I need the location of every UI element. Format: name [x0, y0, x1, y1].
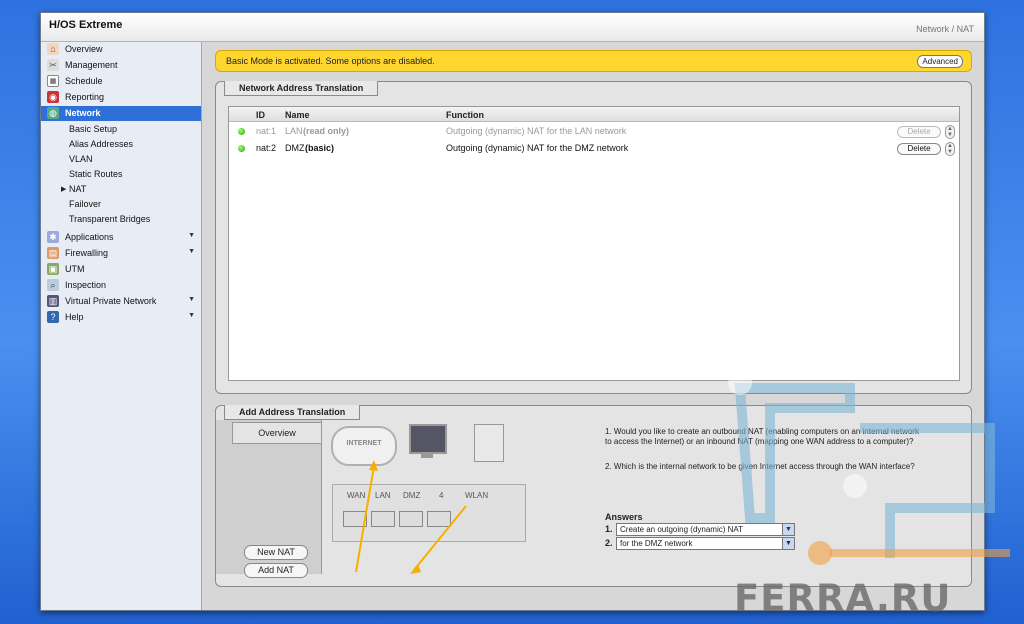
nat-table: ID Name Function nat:1 LAN (read only) O…: [228, 106, 960, 381]
arrow-wan-to-internet: [355, 465, 375, 573]
vpn-icon: ▥: [47, 295, 59, 307]
sidebar-item-firewalling[interactable]: ▤ Firewalling ▼: [41, 246, 201, 261]
column-header-id: ID: [256, 110, 265, 120]
sidebar-sub-vlan[interactable]: VLAN: [69, 154, 93, 164]
logo-shape: [860, 423, 995, 558]
sidebar-item-label: UTM: [65, 264, 85, 274]
logo-shape: [734, 383, 855, 523]
sidebar-item-label: Inspection: [65, 280, 107, 290]
sidebar-item-overview[interactable]: ⌂ Overview: [41, 42, 201, 57]
applications-icon: ✱: [47, 231, 59, 243]
sidebar-item-reporting[interactable]: ◉ Reporting: [41, 90, 201, 105]
column-header-function: Function: [446, 110, 484, 120]
sidebar-item-vpn[interactable]: ▥ Virtual Private Network ▼: [41, 294, 201, 309]
watermark-text: FERRA.RU: [734, 577, 952, 620]
sidebar-sub-basic-setup[interactable]: Basic Setup: [69, 124, 117, 134]
sidebar-item-label: Management: [65, 60, 118, 70]
calendar-icon: ▦: [47, 75, 59, 87]
logo-dot: [808, 541, 832, 565]
nat-panel-title: Network Address Translation: [224, 81, 379, 96]
sidebar-item-label: Schedule: [65, 76, 103, 86]
row-id: nat:1: [256, 126, 277, 136]
sidebar-item-label: Overview: [65, 44, 103, 54]
sidebar-item-applications[interactable]: ✱ Applications ▼: [41, 230, 201, 245]
tab-overview[interactable]: Overview: [232, 422, 321, 444]
sidebar-item-label: Reporting: [65, 92, 105, 102]
inspection-icon: ⌕: [47, 279, 59, 291]
row-id: nat:2: [256, 143, 277, 153]
chevron-down-icon[interactable]: ▼: [188, 232, 195, 239]
sidebar-item-label: Virtual Private Network: [65, 296, 157, 306]
tools-icon: ✂: [47, 59, 59, 71]
report-icon: ◉: [47, 91, 59, 103]
row-function: Outgoing (dynamic) NAT for the LAN netwo…: [446, 126, 627, 136]
ferra-logo-graphic: [728, 371, 1010, 565]
sidebar-item-label: Help: [65, 312, 84, 322]
sidebar-sub-nat[interactable]: NAT: [69, 184, 86, 194]
sidebar-item-label: Network: [65, 108, 101, 118]
sidebar-sub-static-routes[interactable]: Static Routes: [69, 169, 123, 179]
status-ok-icon: [238, 145, 245, 152]
home-icon: ⌂: [47, 43, 59, 55]
row-name: LAN: [285, 126, 303, 136]
new-nat-button[interactable]: New NAT: [244, 545, 308, 560]
utm-icon: ▣: [47, 263, 59, 275]
chevron-down-icon[interactable]: ▼: [188, 312, 195, 319]
row-mode: (basic): [305, 143, 335, 153]
firewall-icon: ▤: [47, 247, 59, 259]
answer-2-value: for the DMZ network: [620, 539, 693, 548]
answers-title: Answers: [605, 512, 643, 522]
sidebar-item-network[interactable]: ◍ Network: [41, 106, 201, 121]
breadcrumb: Network / NAT: [916, 24, 974, 34]
server-icon: [474, 424, 504, 462]
add-panel-title: Add Address Translation: [224, 405, 361, 420]
network-icon: ◍: [47, 107, 59, 119]
table-row[interactable]: nat:1 LAN (read only) Outgoing (dynamic)…: [229, 123, 959, 139]
current-item-arrow-icon: ▶: [61, 186, 67, 193]
column-header-name: Name: [285, 110, 310, 120]
help-icon: ?: [47, 311, 59, 323]
sidebar-sub-alias-addresses[interactable]: Alias Addresses: [69, 139, 133, 149]
status-ok-icon: [238, 128, 245, 135]
delete-button[interactable]: Delete: [897, 126, 941, 138]
sidebar: ⌂ Overview ✂ Management ▦ Schedule ◉ Rep…: [41, 42, 202, 610]
table-header: ID Name Function: [229, 107, 959, 122]
sidebar-item-label: Applications: [65, 232, 114, 242]
arrow-server-to-dmz: [413, 505, 467, 571]
sidebar-item-help[interactable]: ? Help ▼: [41, 310, 201, 325]
row-function: Outgoing (dynamic) NAT for the DMZ netwo…: [446, 143, 629, 153]
logo-dot: [843, 474, 867, 498]
chevron-down-icon[interactable]: ▼: [188, 296, 195, 303]
connection-arrows: [355, 460, 467, 574]
reorder-icon[interactable]: ▲ ▼: [945, 125, 955, 139]
answer-2-number: 2.: [605, 538, 613, 548]
sidebar-item-schedule[interactable]: ▦ Schedule: [41, 74, 201, 89]
sidebar-item-utm[interactable]: ▣ UTM: [41, 262, 201, 277]
sidebar-sub-transparent-bridges[interactable]: Transparent Bridges: [69, 214, 150, 224]
reorder-icon[interactable]: ▲ ▼: [945, 142, 955, 156]
table-row[interactable]: nat:2 DMZ (basic) Outgoing (dynamic) NAT…: [229, 140, 959, 156]
logo-dot: [728, 371, 752, 395]
wizard-left-pane: Overview New NAT Add NAT: [216, 420, 322, 578]
arrow-head-icon: [369, 460, 378, 471]
notice-text: Basic Mode is activated. Some options ar…: [226, 56, 435, 66]
app-title: H/OS Extreme: [49, 19, 123, 31]
answer-1-number: 1.: [605, 524, 613, 534]
delete-button[interactable]: Delete: [897, 143, 941, 155]
row-name: DMZ: [285, 143, 305, 153]
basic-mode-notice: Basic Mode is activated. Some options ar…: [215, 50, 972, 72]
row-mode: (read only): [303, 126, 350, 136]
chevron-down-icon[interactable]: ▼: [188, 248, 195, 255]
sidebar-item-label: Firewalling: [65, 248, 109, 258]
title-bar: H/OS Extreme Network / NAT: [41, 13, 984, 42]
nat-panel: Network Address Translation ID Name Func…: [215, 81, 972, 394]
arrow-head-icon: [410, 564, 421, 574]
advanced-button[interactable]: Advanced: [917, 55, 963, 68]
add-nat-button[interactable]: Add NAT: [244, 563, 308, 578]
sidebar-item-inspection[interactable]: ⌕ Inspection: [41, 278, 201, 293]
sidebar-sub-failover[interactable]: Failover: [69, 199, 101, 209]
sidebar-item-management[interactable]: ✂ Management: [41, 58, 201, 73]
